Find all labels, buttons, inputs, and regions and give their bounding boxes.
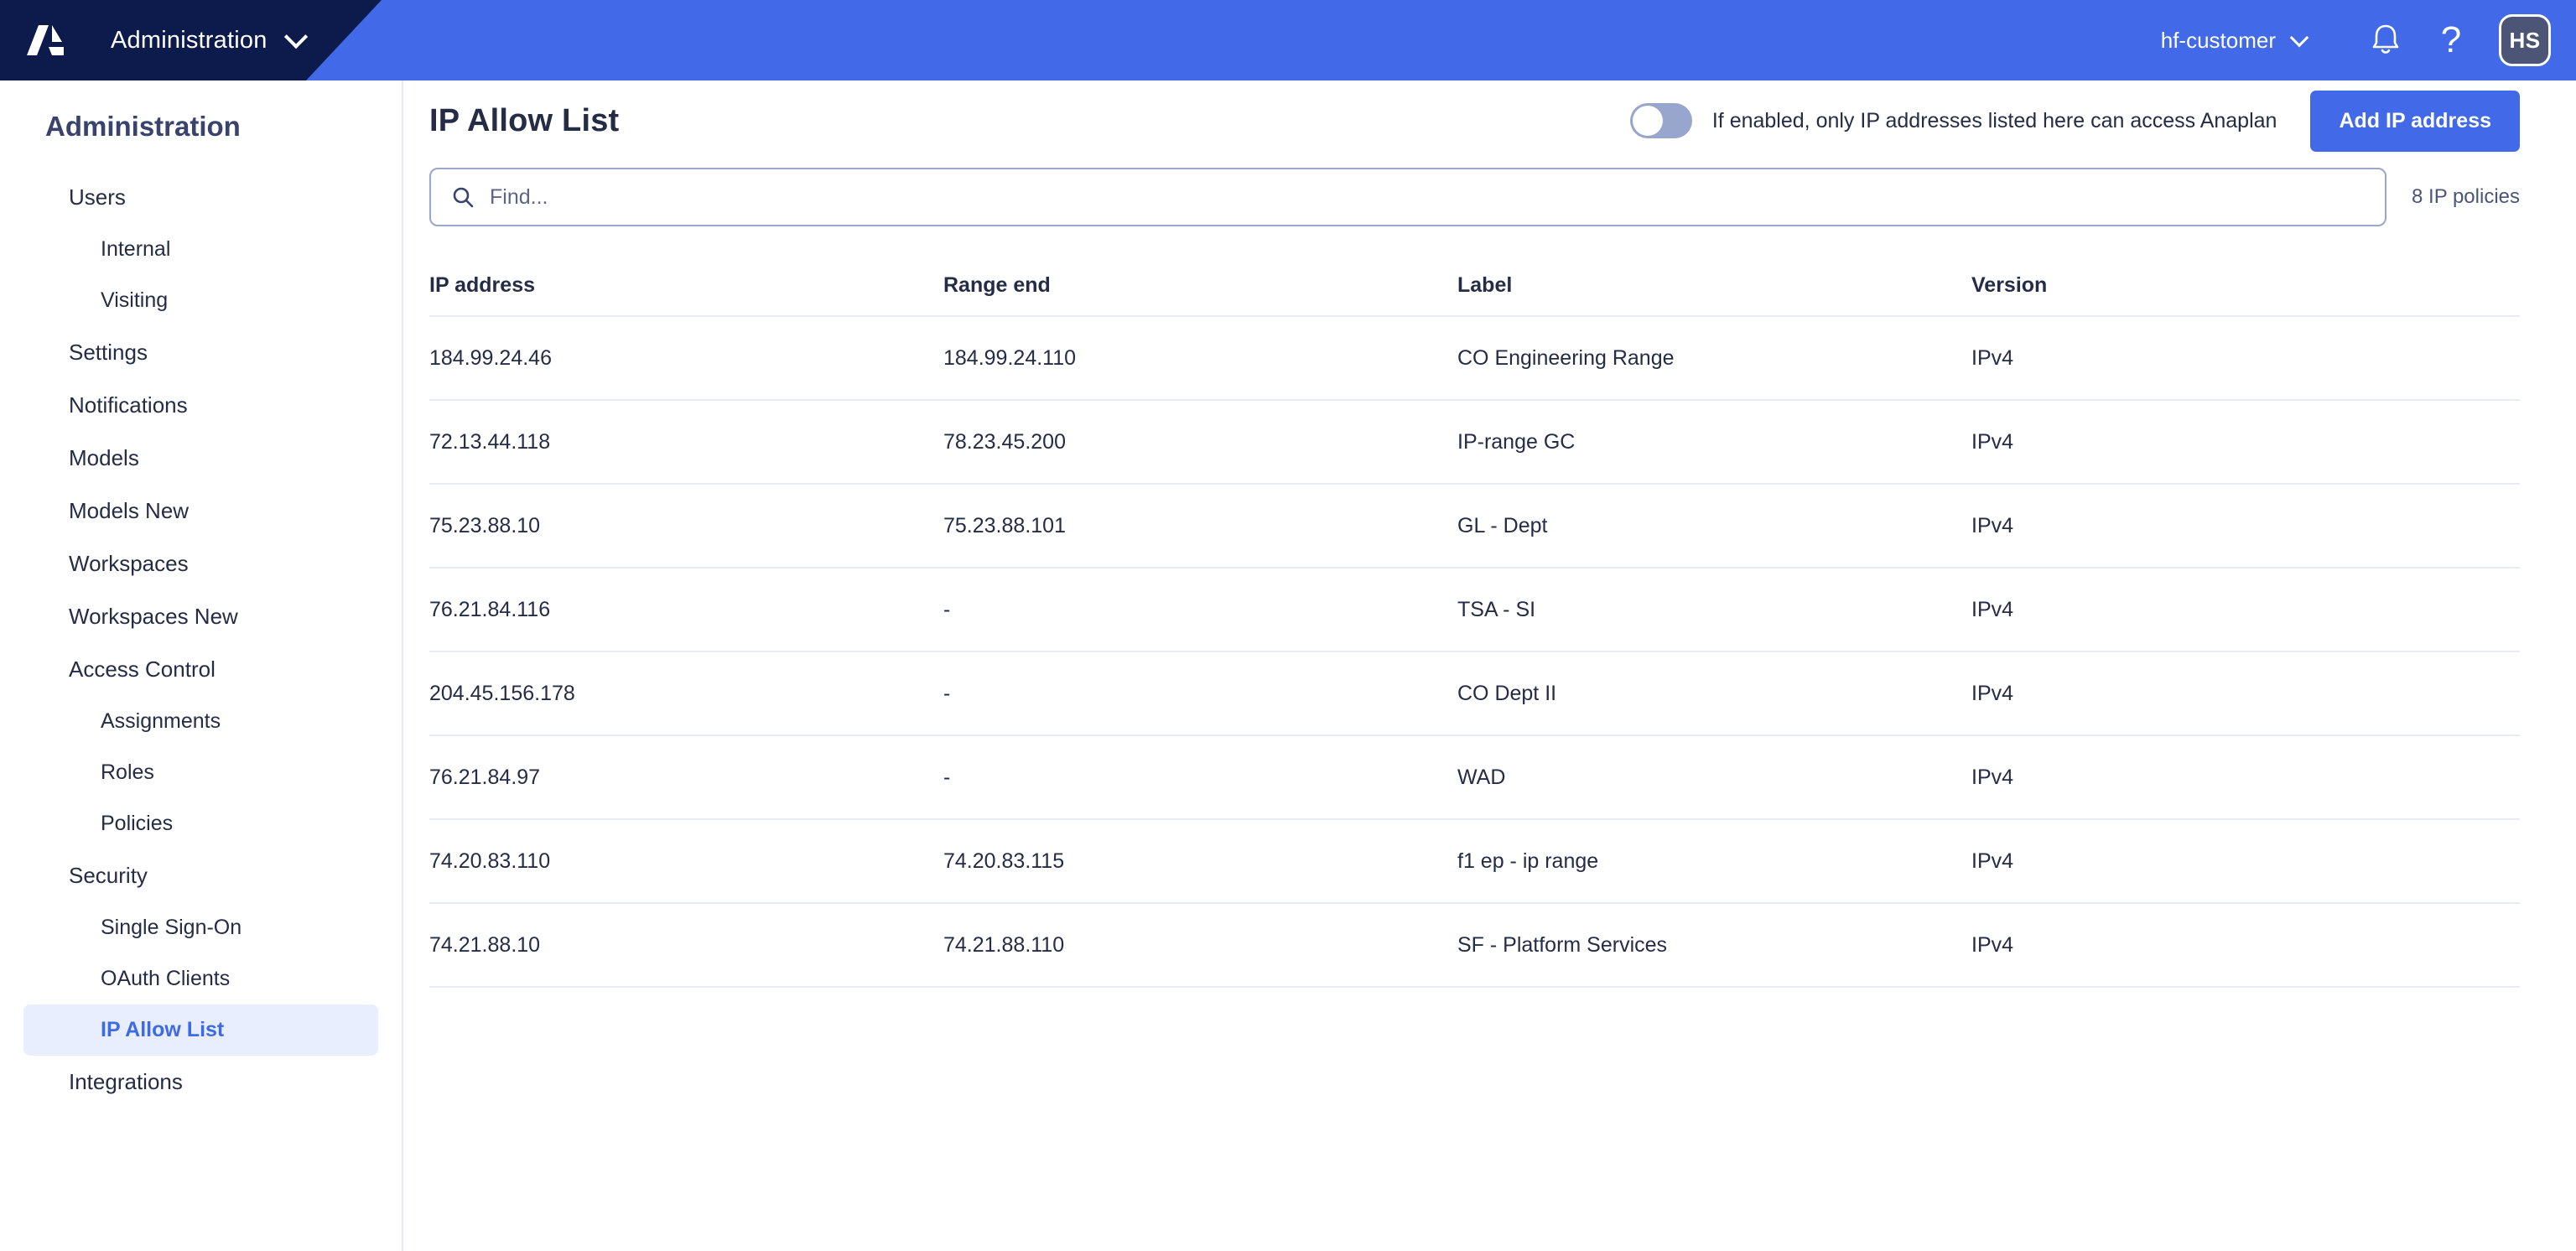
search-icon xyxy=(453,187,474,208)
column-header-range-end: Range end xyxy=(943,273,1051,297)
cell-label: WAD xyxy=(1457,765,1506,789)
sidebar-item-ip-allow-list[interactable]: IP Allow List xyxy=(23,1004,378,1056)
cell-ip-address: 74.20.83.110 xyxy=(429,849,551,873)
main-content: IP Allow List If enabled, only IP addres… xyxy=(405,80,2576,1251)
sidebar-item-notifications[interactable]: Notifications xyxy=(23,379,378,432)
sidebar-item-assignments[interactable]: Assignments xyxy=(23,696,378,747)
cell-ip-address: 184.99.24.46 xyxy=(429,345,552,370)
column-header-label: Label xyxy=(1457,273,1513,297)
cell-range-end: 184.99.24.110 xyxy=(943,345,1077,370)
topbar-right-group: hf-customer ? HS xyxy=(2161,0,2551,80)
column-header-ip-address: IP address xyxy=(429,273,536,297)
notifications-button[interactable] xyxy=(2353,8,2418,73)
cell-version: IPv4 xyxy=(1971,932,2014,957)
cell-version: IPv4 xyxy=(1971,849,2014,873)
cell-version: IPv4 xyxy=(1971,345,2014,370)
table-row[interactable]: 75.23.88.10 75.23.88.101 GL - Dept IPv4 xyxy=(429,485,2520,568)
add-ip-address-button[interactable]: Add IP address xyxy=(2310,90,2520,152)
search-box[interactable] xyxy=(429,168,2387,226)
cell-range-end: 75.23.88.101 xyxy=(943,513,1066,537)
ip-allow-list-toggle[interactable] xyxy=(1629,103,1692,138)
sidebar-item-models-new[interactable]: Models New xyxy=(23,485,378,537)
help-button[interactable]: ? xyxy=(2418,8,2484,73)
sidebar-item-roles[interactable]: Roles xyxy=(23,747,378,798)
table-row[interactable]: 76.21.84.97 - WAD IPv4 xyxy=(429,736,2520,820)
sidebar-nav: Users Internal Visiting Settings Notificatio… xyxy=(0,171,402,1108)
sidebar-item-workspaces-new[interactable]: Workspaces New xyxy=(23,590,378,643)
sidebar-item-settings[interactable]: Settings xyxy=(23,326,378,379)
policy-count-label: 8 IP policies xyxy=(2412,185,2520,208)
cell-version: IPv4 xyxy=(1971,597,2014,621)
ip-allow-list-table: IP address Range end Label Version 184.9… xyxy=(405,255,2576,988)
tenant-label: hf-customer xyxy=(2160,27,2276,53)
table-row[interactable]: 204.45.156.178 - CO Dept II IPv4 xyxy=(429,652,2520,736)
table-row[interactable]: 74.21.88.10 74.21.88.110 SF - Platform Ser… xyxy=(429,904,2520,988)
sidebar-item-workspaces[interactable]: Workspaces xyxy=(23,537,378,590)
app-menu-button[interactable]: Administration xyxy=(111,0,308,80)
table-row[interactable]: 76.21.84.116 - TSA - SI IPv4 xyxy=(429,568,2520,652)
question-mark-icon: ? xyxy=(2440,19,2462,60)
sidebar-item-models[interactable]: Models xyxy=(23,432,378,485)
cell-range-end: - xyxy=(943,765,951,789)
anaplan-logo[interactable] xyxy=(22,17,69,64)
cell-version: IPv4 xyxy=(1971,513,2014,537)
sidebar-title: Administration xyxy=(45,111,241,142)
sidebar-item-integrations[interactable]: Integrations xyxy=(23,1056,378,1108)
page-header-actions: If enabled, only IP addresses listed her… xyxy=(1629,90,2520,152)
toggle-knob xyxy=(1632,106,1663,136)
cell-label: CO Dept II xyxy=(1457,681,1557,705)
cell-label: IP-range GC xyxy=(1457,429,1576,454)
sidebar-item-security[interactable]: Security xyxy=(23,849,378,902)
app-menu-label: Administration xyxy=(111,26,267,54)
table-row[interactable]: 72.13.44.118 78.23.45.200 IP-range GC IPv4 xyxy=(429,401,2520,485)
page-header: IP Allow List If enabled, only IP addres… xyxy=(405,80,2576,161)
page-title: IP Allow List xyxy=(429,102,620,138)
table-header-row: IP address Range end Label Version xyxy=(429,255,2520,317)
cell-label: CO Engineering Range xyxy=(1457,345,1675,370)
bell-icon xyxy=(2372,24,2399,54)
cell-label: TSA - SI xyxy=(1457,597,1536,621)
cell-ip-address: 76.21.84.116 xyxy=(429,597,551,621)
cell-range-end: - xyxy=(943,681,951,705)
sidebar-item-visiting[interactable]: Visiting xyxy=(23,275,378,326)
cell-range-end: 74.20.83.115 xyxy=(943,849,1065,873)
sidebar-item-oauth-clients[interactable]: OAuth Clients xyxy=(23,953,378,1004)
table-body: 184.99.24.46 184.99.24.110 CO Engineering … xyxy=(429,317,2520,988)
cell-range-end: 74.21.88.110 xyxy=(943,932,1065,957)
sidebar: Administration Users Internal Visiting Sett… xyxy=(0,80,403,1251)
top-bar: Administration hf-customer ? HS xyxy=(0,0,2576,80)
cell-range-end: 78.23.45.200 xyxy=(943,429,1066,454)
cell-ip-address: 72.13.44.118 xyxy=(429,429,551,454)
sidebar-item-internal[interactable]: Internal xyxy=(23,224,378,275)
cell-range-end: - xyxy=(943,597,951,621)
cell-version: IPv4 xyxy=(1971,765,2014,789)
search-input[interactable] xyxy=(490,184,2366,210)
chevron-down-icon xyxy=(283,24,308,49)
cell-label: SF - Platform Services xyxy=(1457,932,1668,957)
table-row[interactable]: 184.99.24.46 184.99.24.110 CO Engineering … xyxy=(429,317,2520,401)
table-row[interactable]: 74.20.83.110 74.20.83.115 f1 ep - ip range… xyxy=(429,820,2520,904)
avatar-initials: HS xyxy=(2509,27,2541,53)
cell-ip-address: 75.23.88.10 xyxy=(429,513,541,537)
sidebar-item-users[interactable]: Users xyxy=(23,171,378,224)
tenant-selector[interactable]: hf-customer xyxy=(2160,27,2309,54)
cell-ip-address: 74.21.88.10 xyxy=(429,932,541,957)
cell-ip-address: 204.45.156.178 xyxy=(429,681,575,705)
sidebar-item-single-sign-on[interactable]: Single Sign-On xyxy=(23,902,378,953)
chevron-down-icon xyxy=(2289,28,2309,48)
cell-version: IPv4 xyxy=(1971,429,2014,454)
sidebar-item-access-control[interactable]: Access Control xyxy=(23,643,378,696)
avatar[interactable]: HS xyxy=(2499,14,2551,66)
search-row: 8 IP policies xyxy=(405,168,2576,226)
cell-ip-address: 76.21.84.97 xyxy=(429,765,541,789)
cell-label: GL - Dept xyxy=(1457,513,1548,537)
sidebar-item-policies[interactable]: Policies xyxy=(23,798,378,849)
cell-label: f1 ep - ip range xyxy=(1457,849,1599,873)
column-header-version: Version xyxy=(1971,273,2048,297)
cell-version: IPv4 xyxy=(1971,681,2014,705)
toggle-description: If enabled, only IP addresses listed her… xyxy=(1711,108,2277,132)
